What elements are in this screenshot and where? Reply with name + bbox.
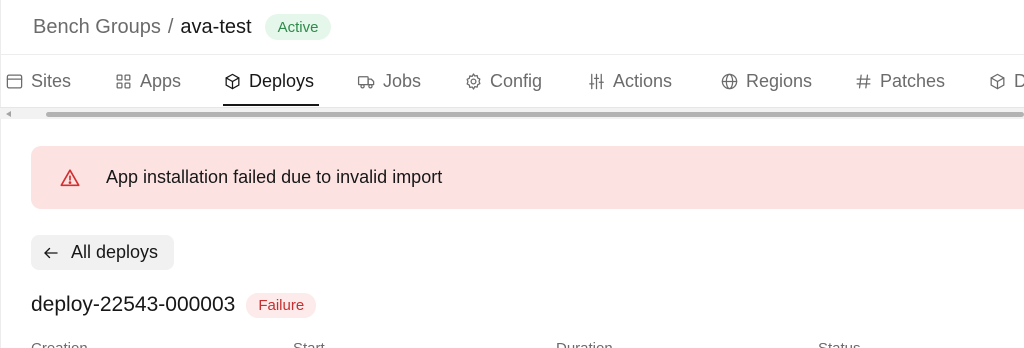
grid-icon (116, 74, 131, 88)
table-header-creation: Creation (31, 340, 88, 348)
table-header-start: Start (293, 340, 325, 348)
tab-label: D (1014, 70, 1024, 91)
package-icon (225, 73, 240, 89)
tab-deploys[interactable]: Deploys (223, 56, 319, 106)
tab-patches[interactable]: Patches (854, 56, 949, 106)
tab-apps[interactable]: Apps (114, 56, 184, 106)
all-deploys-button[interactable]: All deploys (31, 235, 174, 270)
tab-jobs[interactable]: Jobs (357, 56, 426, 106)
browser-window-icon (6, 74, 23, 88)
tab-label: Sites (31, 70, 72, 91)
scroll-left-arrow-icon[interactable] (6, 111, 11, 117)
status-badge-failure: Failure (246, 292, 317, 318)
breadcrumb-bench-groups[interactable]: Bench Groups (33, 16, 161, 39)
truck-icon (357, 75, 375, 88)
tab-label: Config (490, 70, 543, 91)
deploy-title-row: deploy-22543-000003 Failure (31, 290, 317, 320)
globe-icon (721, 73, 738, 89)
status-badge-active: Active (264, 14, 332, 40)
arrow-left-icon (44, 247, 58, 258)
deploy-detail-page: Bench Groups / ava-test Active Sites App… (0, 0, 1024, 348)
deploy-name: deploy-22543-000003 (31, 293, 236, 316)
breadcrumb-separator: / (167, 15, 174, 38)
tab-label: Jobs (383, 70, 422, 91)
table-header-status: Status (818, 340, 861, 348)
sliders-icon (589, 73, 604, 89)
package-icon (990, 73, 1005, 89)
tab-sites[interactable]: Sites (5, 56, 74, 106)
tab-bar: Sites Apps Deploys Jobs Config Actions R… (0, 56, 1024, 106)
tab-label: Regions (746, 70, 813, 91)
gear-icon (466, 72, 481, 90)
tab-label: Deploys (249, 70, 315, 91)
tab-label: Patches (880, 70, 946, 91)
hash-icon (856, 74, 871, 88)
tab-actions[interactable]: Actions (587, 56, 681, 106)
tab-config[interactable]: Config (464, 56, 549, 106)
alert-message: App installation failed due to invalid i… (106, 167, 443, 187)
table-header-duration: Duration (556, 340, 613, 348)
breadcrumb-current: ava-test (180, 15, 252, 38)
warning-triangle-icon (60, 168, 80, 186)
tab-label: Actions (613, 70, 673, 91)
table-header-row: Creation Start Duration Status (0, 340, 1024, 348)
page-header: Bench Groups / ava-test Active (0, 0, 1024, 55)
scrollbar-thumb[interactable] (46, 112, 1024, 117)
tab-regions[interactable]: Regions (720, 56, 816, 106)
error-alert: App installation failed due to invalid i… (31, 146, 1024, 209)
all-deploys-label: All deploys (71, 242, 159, 262)
tab-label: Apps (140, 70, 182, 91)
horizontal-scrollbar[interactable] (0, 107, 1024, 119)
tab-overflow[interactable]: D (988, 56, 1024, 106)
